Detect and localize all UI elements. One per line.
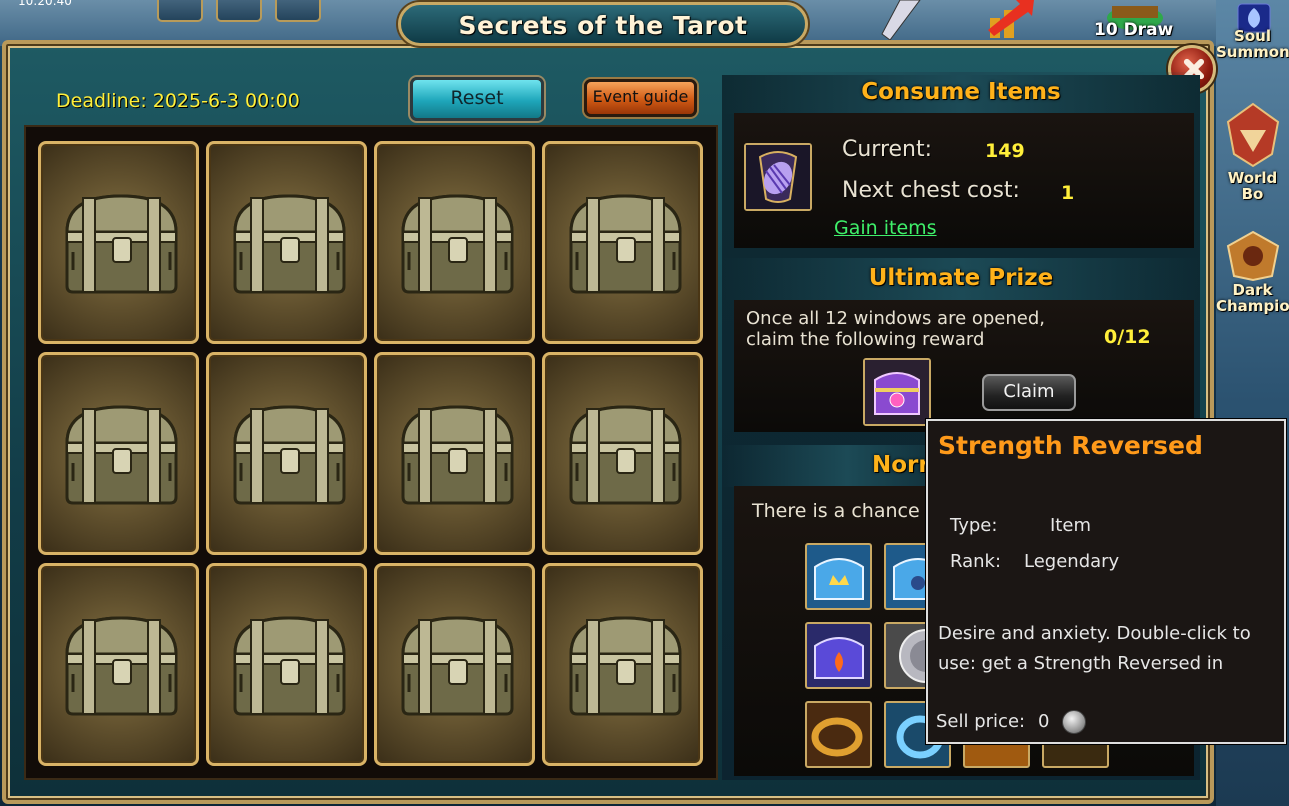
closed-chest-icon — [65, 194, 178, 294]
tarot-card-icon — [746, 145, 810, 209]
normal-prize-heading-text: Norr — [872, 452, 930, 478]
mail-button[interactable] — [275, 0, 321, 22]
chest-card-11[interactable] — [374, 563, 535, 766]
next-chest-cost-label: Next chest cost: — [842, 178, 1020, 203]
side-item-world-boss-label: World Bo — [1227, 169, 1278, 203]
chest-card-9[interactable] — [38, 563, 199, 766]
consume-item-slot[interactable] — [744, 143, 812, 211]
chest-card-1[interactable] — [38, 141, 199, 344]
chest-card-3[interactable] — [374, 141, 535, 344]
window-title: Secrets of the Tarot — [458, 11, 748, 40]
menu-button-1[interactable] — [157, 0, 203, 22]
chest-card-4[interactable] — [542, 141, 703, 344]
chest-card-10[interactable] — [206, 563, 367, 766]
chest-card-2[interactable] — [206, 141, 367, 344]
chest-card-5[interactable] — [38, 352, 199, 555]
side-item-dark-champion[interactable]: Dark Champio — [1216, 282, 1289, 314]
world-boss-icon[interactable] — [1220, 100, 1286, 170]
closed-chest-icon — [233, 616, 346, 716]
chest-card-6[interactable] — [206, 352, 367, 555]
next-chest-cost-value: 1 — [1061, 182, 1075, 204]
tooltip-rank-label: Rank: — [950, 551, 1002, 572]
settings-button[interactable] — [216, 0, 262, 22]
side-item-soul-summon-label: Soul Summon — [1216, 27, 1289, 61]
ultimate-prize-heading: Ultimate Prize — [722, 258, 1200, 300]
blue-crown-chest-icon — [814, 558, 864, 600]
chest-card-8[interactable] — [542, 352, 703, 555]
side-item-soul-summon[interactable]: Soul Summon — [1216, 28, 1289, 60]
tooltip-sell-label: Sell price: — [936, 711, 1026, 732]
normal-item-3[interactable] — [805, 622, 872, 689]
reset-button[interactable]: Reset — [410, 77, 544, 121]
silver-coin-icon — [1062, 710, 1086, 734]
tooltip-title: Strength Reversed — [938, 431, 1203, 460]
ultimate-prize-text: Once all 12 windows are opened, claim th… — [746, 308, 1046, 350]
closed-chest-icon — [569, 405, 682, 505]
closed-chest-icon — [65, 616, 178, 716]
gain-items-link[interactable]: Gain items — [834, 217, 937, 239]
closed-chest-icon — [569, 616, 682, 716]
tooltip-type-label: Type: — [950, 515, 998, 536]
normal-item-1[interactable] — [805, 543, 872, 610]
closed-chest-icon — [401, 405, 514, 505]
event-guide-button[interactable]: Event guide — [584, 79, 697, 117]
side-item-world-boss[interactable]: World Bo — [1216, 170, 1289, 202]
chest-card-7[interactable] — [374, 352, 535, 555]
gold-ring-icon — [811, 717, 863, 757]
game-screen: 10:20:40 10 Draw Soul Summon World Bo Da… — [0, 0, 1289, 806]
current-label: Current: — [842, 137, 933, 162]
tooltip-rank-value: Legendary — [1024, 551, 1120, 572]
closed-chest-icon — [233, 194, 346, 294]
closed-chest-icon — [233, 405, 346, 505]
tooltip-description: Desire and anxiety. Double-click to use:… — [938, 623, 1251, 674]
tooltip-type-value: Item — [1050, 515, 1091, 536]
ultimate-reward-slot[interactable] — [863, 358, 931, 426]
ultimate-progress: 0/12 — [1104, 326, 1151, 348]
closed-chest-icon — [401, 616, 514, 716]
current-value: 149 — [985, 140, 1025, 162]
chest-card-12[interactable] — [542, 563, 703, 766]
side-item-dark-champion-label: Dark Champio — [1216, 281, 1289, 315]
normal-item-5[interactable] — [805, 701, 872, 768]
closed-chest-icon — [65, 405, 178, 505]
closed-chest-icon — [569, 194, 682, 294]
purple-chest-icon — [865, 360, 929, 424]
dark-champion-icon[interactable] — [1222, 230, 1284, 282]
ten-draw-label[interactable]: 10 Draw — [1094, 20, 1173, 40]
clock-readout: 10:20:40 — [18, 0, 72, 8]
consume-items-heading: Consume Items — [722, 72, 1200, 114]
normal-prize-text: There is a chance t — [752, 500, 934, 522]
closed-chest-icon — [401, 194, 514, 294]
growth-arrow-icon[interactable] — [980, 0, 1050, 40]
sword-icon[interactable] — [860, 0, 940, 44]
purple-fire-chest-icon — [814, 637, 864, 679]
item-tooltip: Strength Reversed Type: Item Rank: Legen… — [926, 419, 1286, 744]
tooltip-sell-value: 0 — [1038, 711, 1050, 732]
deadline-text: Deadline: 2025-6-3 00:00 — [56, 90, 300, 112]
claim-button[interactable]: Claim — [982, 374, 1076, 411]
window-title-plate: Secrets of the Tarot — [398, 2, 808, 46]
